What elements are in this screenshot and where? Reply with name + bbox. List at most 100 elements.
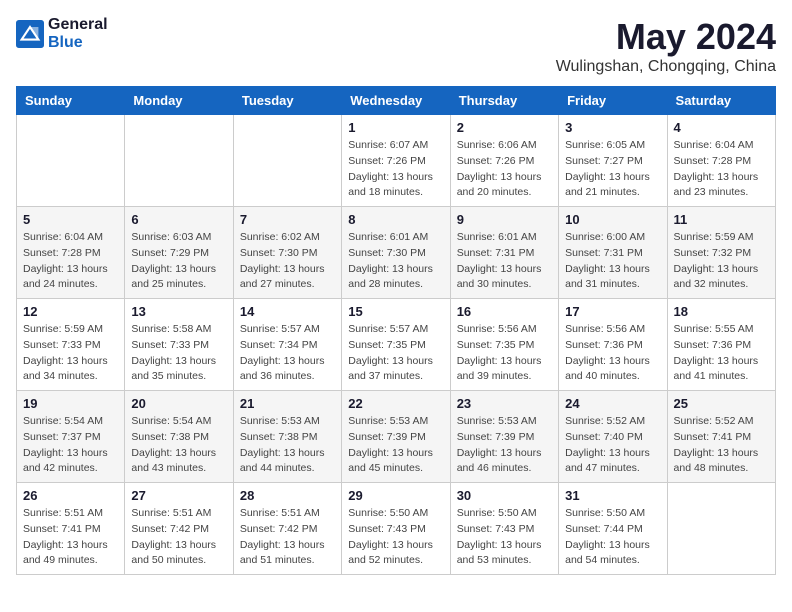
calendar-cell: 21Sunrise: 5:53 AM Sunset: 7:38 PM Dayli… — [233, 391, 341, 483]
day-number: 23 — [457, 396, 552, 411]
day-number: 30 — [457, 488, 552, 503]
calendar-cell: 20 Sunrise: 5:54 AM Sunset: 7:38 PM Dayli… — [125, 391, 233, 483]
header-thursday: Thursday — [450, 87, 558, 115]
logo-icon — [16, 20, 44, 48]
calendar-cell: 16 Sunrise: 5:56 AM Sunset: 7:35 PM Dayli… — [450, 299, 558, 391]
calendar-cell — [233, 115, 341, 207]
calendar-cell: 8 Sunrise: 6:01 AM Sunset: 7:30 PM Daylig… — [342, 207, 450, 299]
calendar-cell: 19Sunrise: 5:54 AM Sunset: 7:37 PM Dayli… — [17, 391, 125, 483]
day-number: 31 — [565, 488, 660, 503]
day-info: Sunrise: 5:56 AM Sunset: 7:35 PM Dayligh… — [457, 322, 552, 385]
day-number: 16 — [457, 304, 552, 319]
day-info: Sunrise: 6:07 AM Sunset: 7:26 PM Dayligh… — [348, 138, 443, 201]
calendar-cell — [125, 115, 233, 207]
day-number: 10 — [565, 212, 660, 227]
calendar-cell: 24 Sunrise: 5:52 AM Sunset: 7:40 PM Dayli… — [559, 391, 667, 483]
calendar-cell: 1Sunrise: 6:07 AM Sunset: 7:26 PM Daylig… — [342, 115, 450, 207]
day-number: 26 — [23, 488, 118, 503]
day-number: 27 — [131, 488, 226, 503]
day-number: 22 — [348, 396, 443, 411]
day-info: Sunrise: 5:54 AM Sunset: 7:38 PM Dayligh… — [131, 414, 226, 477]
day-number: 2 — [457, 120, 552, 135]
header-row: SundayMondayTuesdayWednesdayThursdayFrid… — [17, 87, 776, 115]
day-number: 13 — [131, 304, 226, 319]
day-info: Sunrise: 5:51 AM Sunset: 7:41 PM Dayligh… — [23, 506, 118, 569]
day-number: 6 — [131, 212, 226, 227]
day-number: 29 — [348, 488, 443, 503]
day-info: Sunrise: 5:54 AM Sunset: 7:37 PM Dayligh… — [23, 414, 118, 477]
day-info: Sunrise: 5:57 AM Sunset: 7:34 PM Dayligh… — [240, 322, 335, 385]
calendar-cell: 4 Sunrise: 6:04 AM Sunset: 7:28 PM Daylig… — [667, 115, 775, 207]
week-row-3: 12 Sunrise: 5:59 AM Sunset: 7:33 PM Dayli… — [17, 299, 776, 391]
week-row-5: 26 Sunrise: 5:51 AM Sunset: 7:41 PM Dayli… — [17, 483, 776, 575]
calendar-cell: 18 Sunrise: 5:55 AM Sunset: 7:36 PM Dayli… — [667, 299, 775, 391]
calendar-cell: 11 Sunrise: 5:59 AM Sunset: 7:32 PM Dayli… — [667, 207, 775, 299]
header-saturday: Saturday — [667, 87, 775, 115]
day-info: Sunrise: 5:59 AM Sunset: 7:32 PM Dayligh… — [674, 230, 769, 293]
day-number: 4 — [674, 120, 769, 135]
header-tuesday: Tuesday — [233, 87, 341, 115]
calendar-cell: 3 Sunrise: 6:05 AM Sunset: 7:27 PM Daylig… — [559, 115, 667, 207]
day-info: Sunrise: 6:01 AM Sunset: 7:31 PM Dayligh… — [457, 230, 552, 293]
week-row-2: 5 Sunrise: 6:04 AM Sunset: 7:28 PM Daylig… — [17, 207, 776, 299]
day-info: Sunrise: 5:53 AM Sunset: 7:39 PM Dayligh… — [457, 414, 552, 477]
day-info: Sunrise: 5:55 AM Sunset: 7:36 PM Dayligh… — [674, 322, 769, 385]
day-info: Sunrise: 6:04 AM Sunset: 7:28 PM Dayligh… — [23, 230, 118, 293]
page-header: General Blue May 2024 Wulingshan, Chongq… — [16, 16, 776, 76]
day-info: Sunrise: 6:04 AM Sunset: 7:28 PM Dayligh… — [674, 138, 769, 201]
day-info: Sunrise: 5:50 AM Sunset: 7:44 PM Dayligh… — [565, 506, 660, 569]
day-info: Sunrise: 6:05 AM Sunset: 7:27 PM Dayligh… — [565, 138, 660, 201]
day-number: 15 — [348, 304, 443, 319]
day-info: Sunrise: 5:50 AM Sunset: 7:43 PM Dayligh… — [348, 506, 443, 569]
day-info: Sunrise: 6:03 AM Sunset: 7:29 PM Dayligh… — [131, 230, 226, 293]
month-title: May 2024 — [556, 16, 776, 58]
calendar-cell: 5 Sunrise: 6:04 AM Sunset: 7:28 PM Daylig… — [17, 207, 125, 299]
calendar-cell: 22 Sunrise: 5:53 AM Sunset: 7:39 PM Dayli… — [342, 391, 450, 483]
calendar-cell: 6 Sunrise: 6:03 AM Sunset: 7:29 PM Daylig… — [125, 207, 233, 299]
day-number: 24 — [565, 396, 660, 411]
calendar-cell: 28Sunrise: 5:51 AM Sunset: 7:42 PM Dayli… — [233, 483, 341, 575]
calendar-cell: 9 Sunrise: 6:01 AM Sunset: 7:31 PM Daylig… — [450, 207, 558, 299]
calendar-cell: 2Sunrise: 6:06 AM Sunset: 7:26 PM Daylig… — [450, 115, 558, 207]
day-number: 28 — [240, 488, 335, 503]
day-number: 11 — [674, 212, 769, 227]
title-section: May 2024 Wulingshan, Chongqing, China — [556, 16, 776, 76]
day-info: Sunrise: 6:00 AM Sunset: 7:31 PM Dayligh… — [565, 230, 660, 293]
calendar-cell: 17 Sunrise: 5:56 AM Sunset: 7:36 PM Dayli… — [559, 299, 667, 391]
day-number: 9 — [457, 212, 552, 227]
calendar-table: SundayMondayTuesdayWednesdayThursdayFrid… — [16, 86, 776, 575]
day-info: Sunrise: 5:52 AM Sunset: 7:40 PM Dayligh… — [565, 414, 660, 477]
logo-blue: Blue — [48, 34, 108, 52]
day-info: Sunrise: 5:52 AM Sunset: 7:41 PM Dayligh… — [674, 414, 769, 477]
day-number: 17 — [565, 304, 660, 319]
day-info: Sunrise: 5:56 AM Sunset: 7:36 PM Dayligh… — [565, 322, 660, 385]
day-number: 20 — [131, 396, 226, 411]
day-info: Sunrise: 5:59 AM Sunset: 7:33 PM Dayligh… — [23, 322, 118, 385]
calendar-cell: 13Sunrise: 5:58 AM Sunset: 7:33 PM Dayli… — [125, 299, 233, 391]
day-info: Sunrise: 5:53 AM Sunset: 7:39 PM Dayligh… — [348, 414, 443, 477]
week-row-1: 1Sunrise: 6:07 AM Sunset: 7:26 PM Daylig… — [17, 115, 776, 207]
calendar-cell: 29 Sunrise: 5:50 AM Sunset: 7:43 PM Dayli… — [342, 483, 450, 575]
logo: General Blue — [16, 16, 108, 51]
calendar-cell: 23 Sunrise: 5:53 AM Sunset: 7:39 PM Dayli… — [450, 391, 558, 483]
calendar-cell: 12 Sunrise: 5:59 AM Sunset: 7:33 PM Dayli… — [17, 299, 125, 391]
day-info: Sunrise: 6:01 AM Sunset: 7:30 PM Dayligh… — [348, 230, 443, 293]
day-number: 5 — [23, 212, 118, 227]
day-number: 8 — [348, 212, 443, 227]
header-friday: Friday — [559, 87, 667, 115]
day-number: 7 — [240, 212, 335, 227]
day-info: Sunrise: 5:57 AM Sunset: 7:35 PM Dayligh… — [348, 322, 443, 385]
day-number: 12 — [23, 304, 118, 319]
calendar-cell — [17, 115, 125, 207]
location-title: Wulingshan, Chongqing, China — [556, 58, 776, 76]
day-number: 21 — [240, 396, 335, 411]
calendar-cell — [667, 483, 775, 575]
day-number: 18 — [674, 304, 769, 319]
day-number: 3 — [565, 120, 660, 135]
day-number: 14 — [240, 304, 335, 319]
header-monday: Monday — [125, 87, 233, 115]
calendar-cell: 15 Sunrise: 5:57 AM Sunset: 7:35 PM Dayli… — [342, 299, 450, 391]
logo-general: General — [48, 16, 108, 34]
calendar-cell: 31 Sunrise: 5:50 AM Sunset: 7:44 PM Dayli… — [559, 483, 667, 575]
calendar-cell: 14 Sunrise: 5:57 AM Sunset: 7:34 PM Dayli… — [233, 299, 341, 391]
